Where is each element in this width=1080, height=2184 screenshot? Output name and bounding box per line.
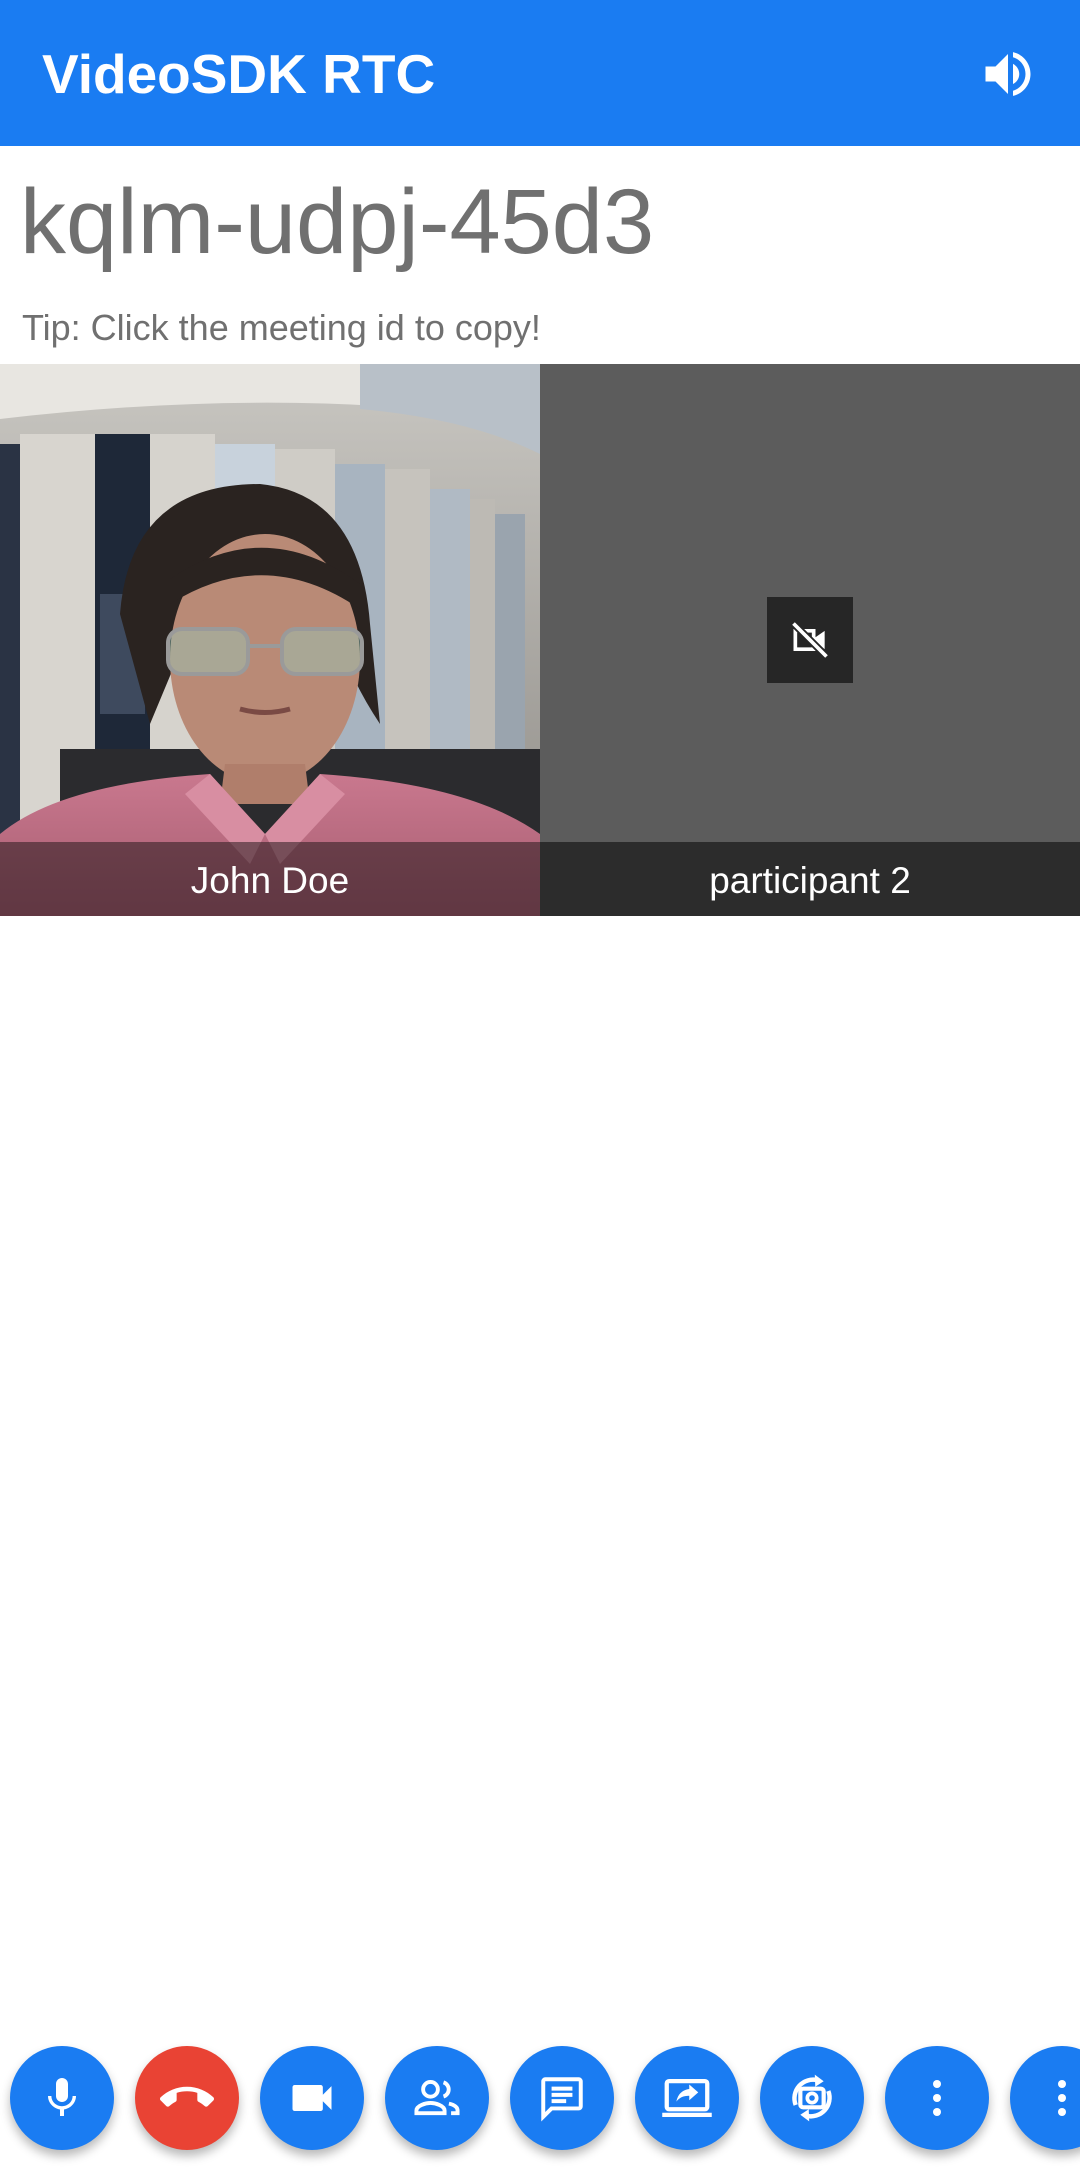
more-vert-icon xyxy=(1058,2080,1066,2116)
screen-share-button[interactable] xyxy=(635,2046,739,2150)
copy-tip: Tip: Click the meeting id to copy! xyxy=(22,307,541,348)
screen-share-icon xyxy=(662,2078,712,2118)
participants-icon xyxy=(414,2080,460,2116)
participant-name: John Doe xyxy=(0,842,540,916)
end-call-button[interactable] xyxy=(135,2046,239,2150)
participant-grid: John Doe participant 2 xyxy=(0,364,1080,916)
camera-feed-image xyxy=(0,364,540,916)
switch-camera-icon xyxy=(792,2074,832,2122)
speaker-toggle-button[interactable] xyxy=(978,44,1038,104)
meeting-controls xyxy=(0,2046,1080,2154)
mic-button[interactable] xyxy=(10,2046,114,2150)
call-end-icon xyxy=(160,2086,214,2107)
meeting-id[interactable]: kqlm-udpj-45d3 xyxy=(20,172,654,272)
volume-up-icon xyxy=(985,52,1031,96)
more-options-button-overflow[interactable] xyxy=(1010,2046,1080,2150)
switch-camera-button[interactable] xyxy=(760,2046,864,2150)
video-off-indicator xyxy=(767,597,853,683)
camera-toggle-button[interactable] xyxy=(260,2046,364,2150)
videocam-off-icon xyxy=(790,620,830,660)
participant-name: participant 2 xyxy=(540,842,1080,916)
mic-icon xyxy=(48,2078,76,2116)
participants-button[interactable] xyxy=(385,2046,489,2150)
participant-tile-john-doe[interactable]: John Doe xyxy=(0,364,540,916)
more-vert-icon xyxy=(933,2080,941,2116)
chat-button[interactable] xyxy=(510,2046,614,2150)
app-bar: VideoSDK RTC xyxy=(0,0,1080,146)
more-options-button[interactable] xyxy=(885,2046,989,2150)
app-title: VideoSDK RTC xyxy=(42,43,436,105)
videocam-icon xyxy=(292,2085,332,2111)
participant-tile-participant-2[interactable]: participant 2 xyxy=(540,364,1080,916)
chat-icon xyxy=(541,2077,583,2122)
